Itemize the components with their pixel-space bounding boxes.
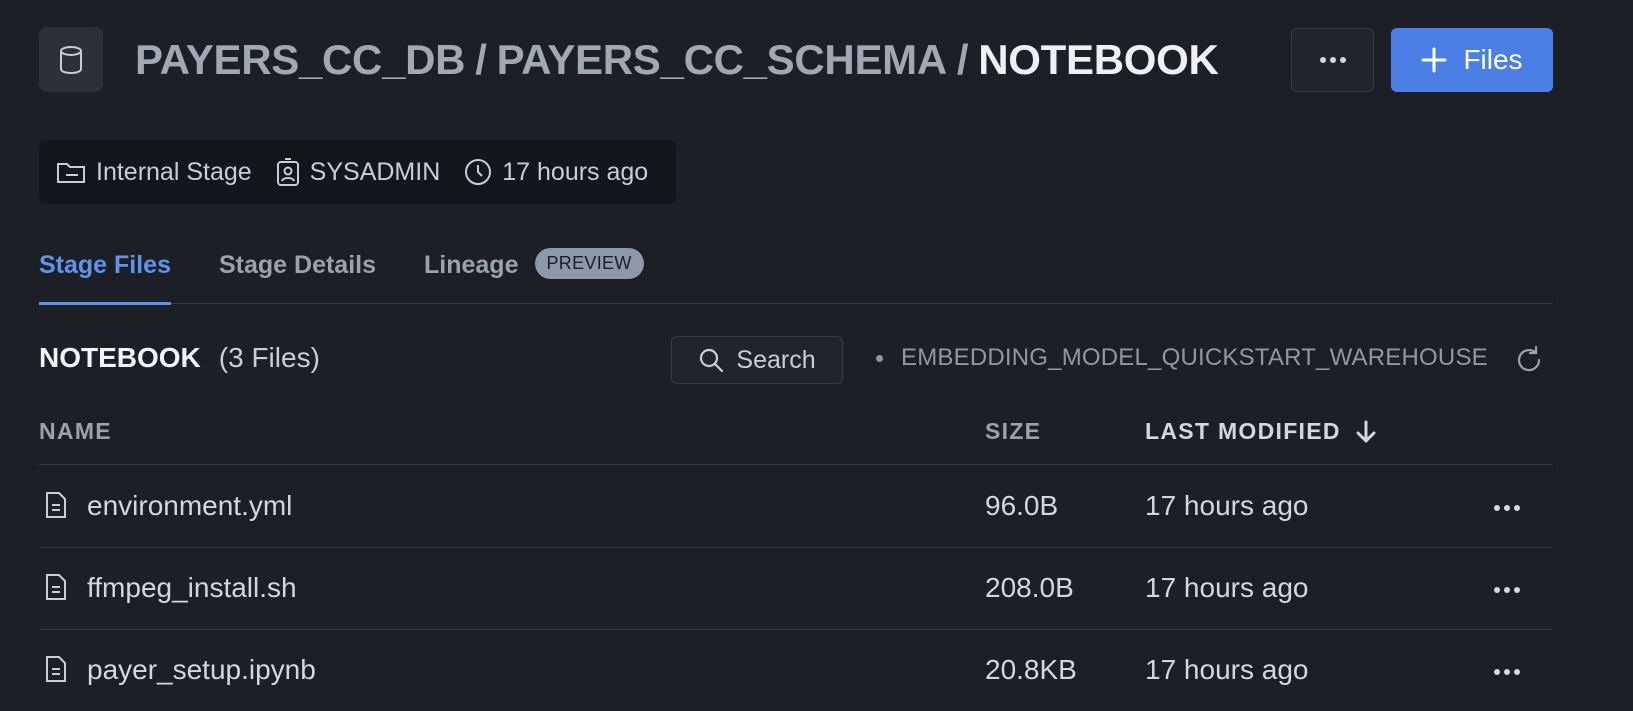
file-size: 20.8KB xyxy=(985,654,1077,685)
add-files-button[interactable]: Files xyxy=(1391,28,1553,92)
breadcrumb-separator: / xyxy=(475,36,487,83)
warehouse-status-dot xyxy=(876,354,883,362)
breadcrumb: PAYERS_CC_DB / PAYERS_CC_SCHEMA / NOTEBO… xyxy=(135,34,1219,86)
more-horizontal-icon xyxy=(1494,587,1520,593)
meta-created: 17 hours ago xyxy=(464,158,648,187)
search-label: Search xyxy=(736,345,816,374)
table-row[interactable]: environment.yml 96.0B 17 hours ago xyxy=(39,466,1553,548)
file-count: (3 Files) xyxy=(218,342,320,373)
section-name: NOTEBOOK xyxy=(39,342,201,373)
file-name[interactable]: environment.yml xyxy=(87,490,292,522)
file-size: 96.0B xyxy=(985,490,1059,521)
refresh-icon xyxy=(1517,345,1541,372)
file-icon xyxy=(46,492,66,518)
warehouse-selector[interactable]: EMBEDDING_MODEL_QUICKSTART_WAREHOUSE xyxy=(876,344,1488,372)
column-header-last-modified[interactable]: LAST MODIFIED xyxy=(1145,418,1377,445)
more-horizontal-icon xyxy=(1494,669,1520,675)
row-actions-button[interactable] xyxy=(1491,492,1523,524)
preview-badge: PREVIEW xyxy=(534,248,644,279)
tab-stage-details[interactable]: Stage Details xyxy=(219,240,376,304)
folder-stage-icon xyxy=(57,163,85,183)
more-horizontal-icon xyxy=(1494,505,1520,511)
section-title: NOTEBOOK (3 Files) xyxy=(39,342,320,374)
file-icon xyxy=(46,656,66,682)
file-name[interactable]: payer_setup.ipynb xyxy=(87,654,316,686)
file-name[interactable]: ffmpeg_install.sh xyxy=(87,572,297,604)
tab-lineage[interactable]: Lineage PREVIEW xyxy=(424,240,644,304)
column-header-size[interactable]: SIZE xyxy=(985,418,1041,445)
user-badge-icon xyxy=(276,158,299,186)
column-header-name[interactable]: NAME xyxy=(39,418,112,445)
breadcrumb-schema[interactable]: PAYERS_CC_SCHEMA xyxy=(497,36,948,84)
search-button[interactable]: Search xyxy=(671,336,843,384)
table-header: NAME SIZE LAST MODIFIED xyxy=(39,398,1553,465)
meta-owner: SYSADMIN xyxy=(276,157,440,187)
row-actions-button[interactable] xyxy=(1491,574,1523,606)
page-title: NOTEBOOK xyxy=(978,36,1219,83)
tab-bar: Stage Files Stage Details Lineage PREVIE… xyxy=(39,240,1553,305)
warehouse-name: EMBEDDING_MODEL_QUICKSTART_WAREHOUSE xyxy=(901,344,1488,371)
tab-stage-files[interactable]: Stage Files xyxy=(39,240,171,305)
sort-descending-icon xyxy=(1356,420,1376,442)
row-actions-button[interactable] xyxy=(1491,656,1523,688)
file-icon xyxy=(46,574,66,600)
stage-meta: Internal Stage SYSADMIN 17 hours ago xyxy=(39,140,676,204)
table-row[interactable]: payer_setup.ipynb 20.8KB 17 hours ago xyxy=(39,630,1553,711)
stage-page: PAYERS_CC_DB / PAYERS_CC_SCHEMA / NOTEBO… xyxy=(0,0,1633,711)
plus-icon xyxy=(1421,47,1447,73)
table-row[interactable]: ffmpeg_install.sh 208.0B 17 hours ago xyxy=(39,548,1553,630)
file-modified: 17 hours ago xyxy=(1145,572,1309,603)
more-actions-button[interactable] xyxy=(1291,28,1374,92)
file-size: 208.0B xyxy=(985,572,1074,603)
refresh-button[interactable] xyxy=(1514,345,1544,375)
search-icon xyxy=(700,348,724,373)
meta-stage-type: Internal Stage xyxy=(56,158,252,187)
file-modified: 17 hours ago xyxy=(1145,654,1309,685)
more-horizontal-icon xyxy=(1319,57,1346,63)
breadcrumb-separator: / xyxy=(956,36,969,83)
add-files-label: Files xyxy=(1463,44,1523,75)
stage-icon xyxy=(39,27,103,92)
breadcrumb-database[interactable]: PAYERS_CC_DB xyxy=(135,36,465,84)
clock-icon xyxy=(465,159,492,185)
file-modified: 17 hours ago xyxy=(1145,490,1309,521)
